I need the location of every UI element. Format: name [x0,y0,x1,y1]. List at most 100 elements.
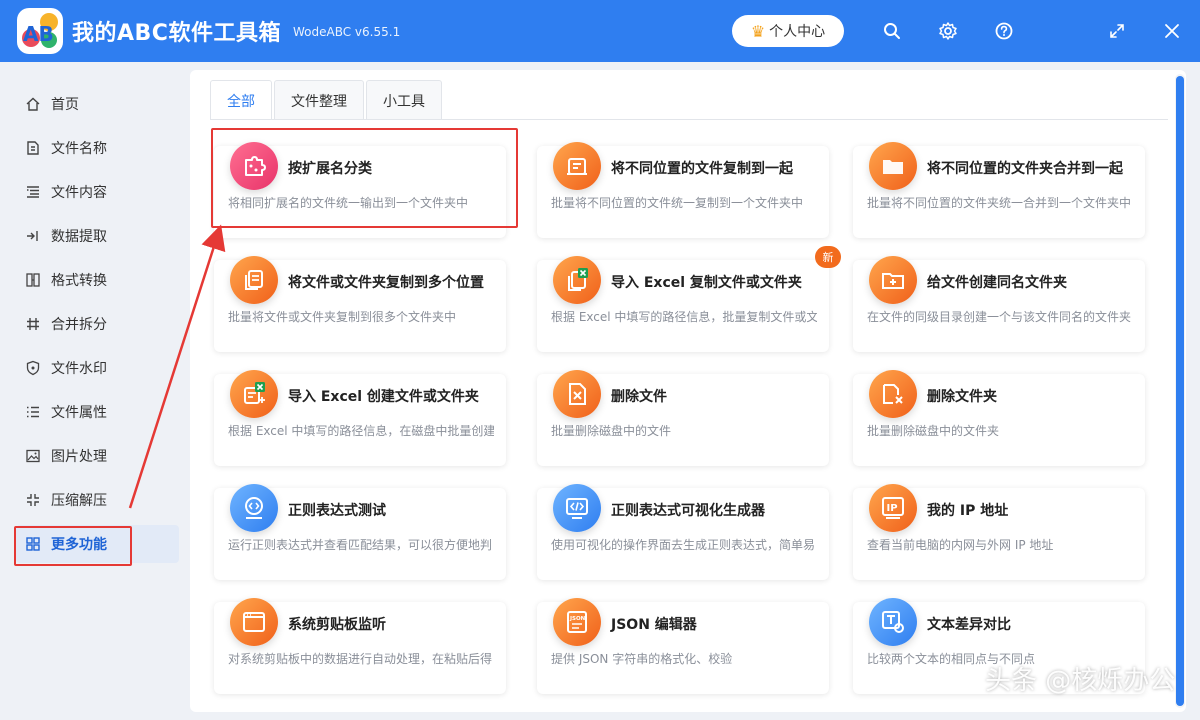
tool-card-title: 删除文件 [611,389,667,405]
tool-card-title: 导入 Excel 创建文件或文件夹 [288,389,479,405]
format-convert-icon [24,271,42,289]
regex-test-icon [230,484,278,532]
tab-small-tools[interactable]: 小工具 [366,80,442,120]
user-center-button[interactable]: ♛ 个人中心 [732,15,844,47]
tool-card[interactable]: 正则表达式可视化生成器 使用可视化的操作界面去生成正则表达式，简单易 [537,484,829,580]
sidebar-item-label: 文件名称 [51,141,107,157]
file-copy-icon [553,142,601,190]
sidebar-item-label: 压缩解压 [51,493,107,509]
app-title: 我的ABC软件工具箱 [72,21,281,46]
clipboard-icon [230,598,278,646]
sidebar-item-watermark[interactable]: 文件水印 [16,349,179,387]
tool-card-title: 将不同位置的文件复制到一起 [611,161,793,177]
tool-card[interactable]: 删除文件夹批量删除磁盘中的文件夹 [853,370,1145,466]
tool-card-title: 删除文件夹 [927,389,997,405]
sidebar-item-format-convert[interactable]: 格式转换 [16,261,179,299]
tool-card[interactable]: 正则表达式测试 运行正则表达式并查看匹配结果，可以很方便地判 [214,484,506,580]
gear-icon[interactable] [935,18,961,44]
user-center-label: 个人中心 [769,24,826,40]
sidebar-item-more[interactable]: 更多功能 [16,525,179,563]
excel-create-icon [230,370,278,418]
sidebar-item-merge-split[interactable]: 合并拆分 [16,305,179,343]
tool-card[interactable]: 导入 Excel 复制文件或文件夹 根据 Excel 中填写的路径信息，批量复制文… [537,246,841,352]
puzzle-icon [230,142,278,190]
file-attr-icon [24,403,42,421]
close-icon[interactable] [1159,18,1185,44]
tool-card-title: 按扩展名分类 [288,161,372,177]
home-icon [24,95,42,113]
title-bar: AB 我的ABC软件工具箱 WodeABC v6.55.1 ♛ 个人中心 [0,0,1200,62]
folder-delete-icon [869,370,917,418]
sidebar-item-label: 格式转换 [51,273,107,289]
compress-icon [24,491,42,509]
sidebar-item-image[interactable]: 图片处理 [16,437,179,475]
ip-icon: IP [869,484,917,532]
file-name-icon [24,139,42,157]
tool-card-title: 将文件或文件夹复制到多个位置 [288,275,484,291]
tool-card-title: 给文件创建同名文件夹 [927,275,1067,291]
tool-card-description: 提供 JSON 字符串的格式化、校验 [551,652,733,666]
search-icon[interactable] [879,18,905,44]
sidebar-item-label: 首页 [51,97,79,113]
tool-card-title: 系统剪贴板监听 [288,617,386,633]
tool-card-title: 我的 IP 地址 [927,503,1009,519]
maximize-icon[interactable] [1104,18,1130,44]
text-diff-icon [869,598,917,646]
new-badge: 新 [815,246,841,268]
json-icon: JSON [553,598,601,646]
tool-card-description: 查看当前电脑的内网与外网 IP 地址 [867,538,1054,552]
more-icon [24,535,42,553]
sidebar-item-compress[interactable]: 压缩解压 [16,481,179,519]
crown-icon: ♛ [750,21,766,41]
app-version: WodeABC v6.55.1 [293,25,401,39]
sidebar-item-data-extract[interactable]: 数据提取 [16,217,179,255]
image-icon [24,447,42,465]
file-delete-icon [553,370,601,418]
tool-card-description: 批量将不同位置的文件夹统一合并到一个文件夹中 [867,196,1132,210]
regex-builder-icon [553,484,601,532]
data-extract-icon [24,227,42,245]
sidebar-item-file-content[interactable]: 文件内容 [16,173,179,211]
tool-card[interactable]: 将文件或文件夹复制到多个位置批量将文件或文件夹复制到很多个文件夹中 [214,256,506,352]
app-logo: AB [17,8,63,54]
tool-card-description: 批量删除磁盘中的文件夹 [867,424,1000,438]
help-icon[interactable] [991,18,1017,44]
sidebar-item-label: 数据提取 [51,229,107,245]
sidebar-item-label: 合并拆分 [51,317,107,333]
tab-divider [210,119,1168,120]
svg-text:AB: AB [23,22,54,46]
tool-card-description: 将相同扩展名的文件统一输出到一个文件夹中 [228,196,469,210]
tool-card[interactable]: IP 我的 IP 地址查看当前电脑的内网与外网 IP 地址 [853,484,1145,580]
tool-card[interactable]: JSON JSON 编辑器提供 JSON 字符串的格式化、校验 [537,598,829,694]
sidebar-item-label: 更多功能 [51,537,107,553]
sidebar-item-label: 文件属性 [51,405,107,421]
tab-all[interactable]: 全部 [210,80,272,120]
tool-card-description: 根据 Excel 中填写的路径信息，在磁盘中批量创建̀ [228,424,494,438]
tool-card[interactable]: 给文件创建同名文件夹 在文件的同级目录创建一个与该文件同名的文件夹 [853,256,1145,352]
tool-card-title: JSON 编辑器 [611,617,697,633]
tool-card-description: 批量将文件或文件夹复制到很多个文件夹中 [228,310,457,324]
tool-card[interactable]: 系统剪贴板监听 对系统剪贴板中的数据进行自动处理，在粘贴后得 [214,598,506,694]
tool-card[interactable]: 将不同位置的文件复制到一起 批量将不同位置的文件统一复制到一个文件夹中 [537,142,829,238]
sidebar-item-file-attr[interactable]: 文件属性 [16,393,179,431]
sidebar-item-label: 文件内容 [51,185,107,201]
watermark-icon [24,359,42,377]
watermark-text: 头条 @核烁办公 [985,666,1176,696]
folder-add-icon [869,256,917,304]
tab-file-organize[interactable]: 文件整理 [274,80,364,120]
scrollbar-thumb[interactable] [1176,76,1184,706]
file-content-icon [24,183,42,201]
tool-card-description: 批量删除磁盘中的文件 [551,424,672,438]
tool-card[interactable]: 删除文件批量删除磁盘中的文件 [537,370,829,466]
sidebar-item-home[interactable]: 首页 [16,85,179,123]
sidebar-item-label: 图片处理 [51,449,107,465]
tool-card[interactable]: 按扩展名分类将相同扩展名的文件统一输出到一个文件夹中 [214,142,506,238]
tool-card[interactable]: 将不同位置的文件夹合并到一起 批量将不同位置的文件夹统一合并到一个文件夹中 [853,142,1145,238]
merge-split-icon [24,315,42,333]
tool-card-title: 文本差异对比 [927,617,1011,633]
sidebar: 首页 文件名称 文件内容 数据提取 格式转换 合并拆分 文件水印 文件属性 图片… [0,62,190,720]
sidebar-item-file-name[interactable]: 文件名称 [16,129,179,167]
tool-card-description: 运行正则表达式并查看匹配结果，可以很方便地判 [228,538,493,552]
svg-text:IP: IP [887,503,898,514]
tool-card[interactable]: 导入 Excel 创建文件或文件夹根据 Excel 中填写的路径信息，在磁盘中批… [214,370,506,466]
